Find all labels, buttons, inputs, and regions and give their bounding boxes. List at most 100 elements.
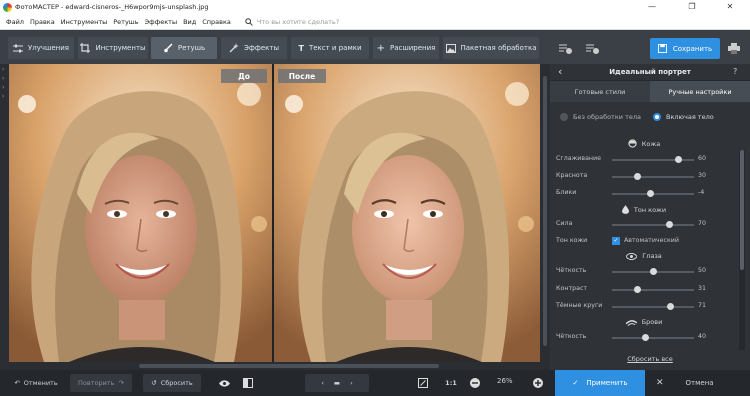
- zoom-out-button[interactable]: [467, 374, 483, 392]
- zoom-1-1-button[interactable]: 1:1: [440, 374, 462, 392]
- maximize-button[interactable]: ❐: [672, 0, 712, 14]
- slider-track[interactable]: [612, 268, 694, 275]
- radio-button[interactable]: [560, 113, 568, 121]
- apply-button[interactable]: ✓ Применить: [555, 370, 645, 396]
- tab-extensions[interactable]: + Расширения: [373, 37, 439, 59]
- chevron-right-icon[interactable]: ›: [350, 379, 353, 387]
- menu-effects[interactable]: Эффекты: [145, 18, 178, 26]
- slider-contrast[interactable]: Контраст 31: [556, 285, 736, 295]
- slider-knob[interactable]: [634, 286, 642, 293]
- slider-track[interactable]: [612, 156, 694, 163]
- menu-tools[interactable]: Инструменты: [61, 18, 108, 26]
- help-icon[interactable]: ?: [733, 67, 737, 76]
- slider-track[interactable]: [612, 190, 694, 197]
- slider-dark-circles[interactable]: Тёмные круги 71: [556, 302, 736, 312]
- undo-label: Отменить: [23, 379, 58, 387]
- window-title: ФотоМАСТЕР - edward-cisneros-_H6wpor9mjs…: [15, 3, 209, 11]
- panel-scrollbar[interactable]: [739, 150, 745, 350]
- menu-search[interactable]: Что вы хотите сделать?: [245, 18, 339, 26]
- tab-manual-settings[interactable]: Ручные настройки: [650, 81, 750, 102]
- menu-retouch[interactable]: Ретушь: [113, 18, 138, 26]
- photo-before[interactable]: До: [9, 64, 272, 362]
- slider-glare[interactable]: Блики -4: [556, 189, 736, 199]
- checkbox-auto[interactable]: ✓: [612, 237, 620, 245]
- reset-label: Сбросить: [160, 379, 193, 387]
- chevron-left-icon[interactable]: ‹: [321, 379, 324, 387]
- folder-icon[interactable]: ▬: [334, 379, 340, 387]
- canvas-area[interactable]: › › › › До После: [0, 64, 550, 370]
- slider-value: 30: [698, 172, 707, 179]
- slider-strength[interactable]: Сила 70: [556, 220, 736, 230]
- slider-knob[interactable]: [674, 156, 682, 163]
- tab-tools[interactable]: Инструменты: [78, 37, 148, 59]
- radio-no-body[interactable]: Без обработки тела: [560, 113, 641, 121]
- magic-wand-icon: [229, 43, 239, 53]
- reset-button[interactable]: ↺ Сбросить: [143, 374, 201, 392]
- slider-knob[interactable]: [646, 190, 654, 197]
- vertical-scrollbar[interactable]: [540, 64, 550, 370]
- slider-knob[interactable]: [667, 303, 675, 310]
- slider-label: Тёмные круги: [556, 302, 603, 309]
- scroll-thumb[interactable]: [740, 150, 744, 270]
- photo-after[interactable]: После: [274, 64, 540, 362]
- tab-batch[interactable]: Пакетная обработка: [443, 37, 539, 59]
- settings-panel: ‹ Идеальный портрет ? Готовые стили Ручн…: [550, 64, 750, 370]
- slider-value: 70: [698, 220, 707, 227]
- fit-screen-icon[interactable]: [414, 374, 432, 392]
- radio-button-selected[interactable]: [653, 113, 661, 121]
- minus-icon: [470, 378, 480, 388]
- horizontal-scrollbar[interactable]: [9, 362, 540, 370]
- slider-smoothing[interactable]: Сглаживание 60: [556, 155, 736, 165]
- drop-icon: [621, 205, 629, 214]
- slider-value: 60: [698, 155, 707, 162]
- zoom-in-button[interactable]: [530, 374, 546, 392]
- menu-help[interactable]: Справка: [202, 18, 231, 26]
- tab-enhancements[interactable]: Улучшения: [8, 37, 74, 59]
- chevron-right-icon[interactable]: ›: [2, 93, 4, 100]
- tab-label: Ретушь: [177, 44, 206, 52]
- redo-button[interactable]: Повторить ↷: [70, 374, 132, 392]
- slider-track[interactable]: [612, 173, 694, 180]
- slider-eye-clarity[interactable]: Чёткость 50: [556, 267, 736, 277]
- save-button[interactable]: Сохранить: [650, 38, 720, 59]
- radio-with-body[interactable]: Включая тело: [653, 113, 714, 121]
- tab-text-frames[interactable]: T Текст и рамки: [291, 37, 369, 59]
- add-layer-icon[interactable]: [555, 38, 575, 58]
- skin-tone-row: Тон кожи ✓ Автоматический: [556, 237, 736, 247]
- slider-track[interactable]: [612, 221, 694, 228]
- close-window-button[interactable]: ✕: [710, 0, 750, 14]
- redo-label: Повторить: [78, 379, 115, 387]
- menu-view[interactable]: Вид: [183, 18, 196, 26]
- slider-track[interactable]: [612, 286, 694, 293]
- slider-track[interactable]: [612, 303, 694, 310]
- chevron-right-icon[interactable]: ›: [2, 75, 4, 82]
- minimize-button[interactable]: —: [632, 0, 672, 14]
- undo-button[interactable]: ↶ Отменить: [8, 374, 64, 392]
- chevron-right-icon[interactable]: ›: [2, 84, 4, 91]
- redo-icon: ↷: [118, 379, 124, 387]
- cancel-button[interactable]: ✕ Отмена: [650, 370, 750, 396]
- slider-brow-clarity[interactable]: Чёткость 40: [556, 333, 736, 343]
- menu-edit[interactable]: Правка: [30, 18, 55, 26]
- slider-track[interactable]: [612, 334, 694, 341]
- tab-effects[interactable]: Эффекты: [221, 37, 287, 59]
- save-label: Сохранить: [672, 44, 713, 53]
- print-icon[interactable]: [724, 38, 744, 58]
- slider-redness[interactable]: Краснота 30: [556, 172, 736, 182]
- compare-icon[interactable]: [238, 374, 258, 392]
- tab-retouch[interactable]: Ретушь: [151, 37, 217, 59]
- scroll-thumb[interactable]: [543, 76, 547, 346]
- panel-tabs: Готовые стили Ручные настройки: [550, 81, 750, 102]
- panel-header: ‹ Идеальный портрет ?: [550, 64, 750, 81]
- chevron-right-icon[interactable]: ›: [2, 66, 4, 73]
- reset-all-link[interactable]: Сбросить все: [550, 355, 750, 363]
- slider-knob[interactable]: [641, 334, 649, 341]
- menu-file[interactable]: Файл: [6, 18, 24, 26]
- slider-knob[interactable]: [650, 268, 657, 275]
- tab-ready-styles[interactable]: Готовые стили: [550, 81, 650, 102]
- slider-knob[interactable]: [633, 173, 641, 180]
- export-layer-icon[interactable]: [582, 38, 602, 58]
- scroll-thumb[interactable]: [139, 364, 439, 368]
- slider-knob[interactable]: [666, 221, 674, 228]
- eye-icon[interactable]: [214, 374, 234, 392]
